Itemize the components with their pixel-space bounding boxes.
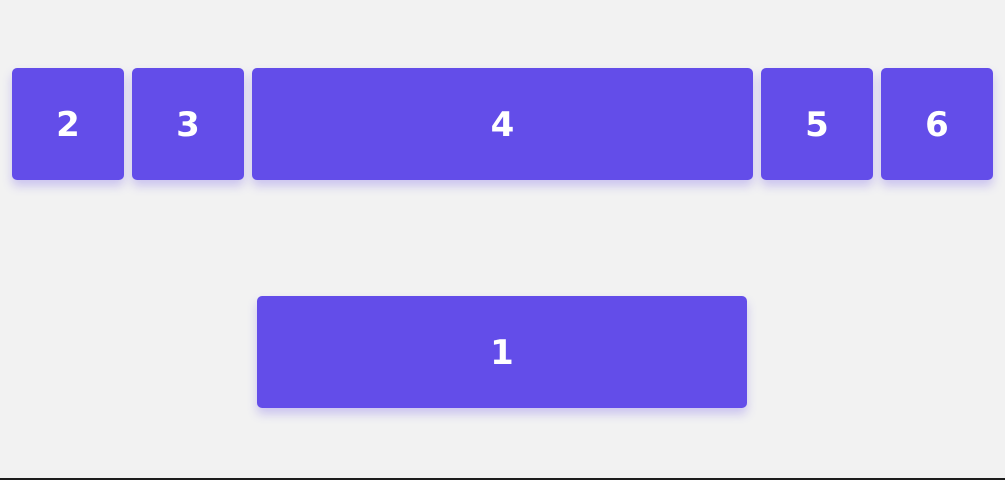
- tile-3-label: 3: [176, 105, 200, 145]
- tile-4-label: 4: [490, 105, 515, 145]
- tile-6-label: 6: [925, 105, 949, 145]
- tile-5-label: 5: [805, 105, 829, 145]
- tile-2[interactable]: 2: [12, 68, 124, 180]
- tile-3[interactable]: 3: [132, 68, 244, 180]
- tile-4[interactable]: 4: [252, 68, 753, 180]
- tile-1[interactable]: 1: [257, 296, 747, 408]
- tile-area: 2 3 4 5 6 1: [0, 0, 1005, 480]
- tile-5[interactable]: 5: [761, 68, 873, 180]
- tile-2-label: 2: [56, 105, 80, 145]
- tile-6[interactable]: 6: [881, 68, 993, 180]
- tile-1-label: 1: [490, 333, 514, 373]
